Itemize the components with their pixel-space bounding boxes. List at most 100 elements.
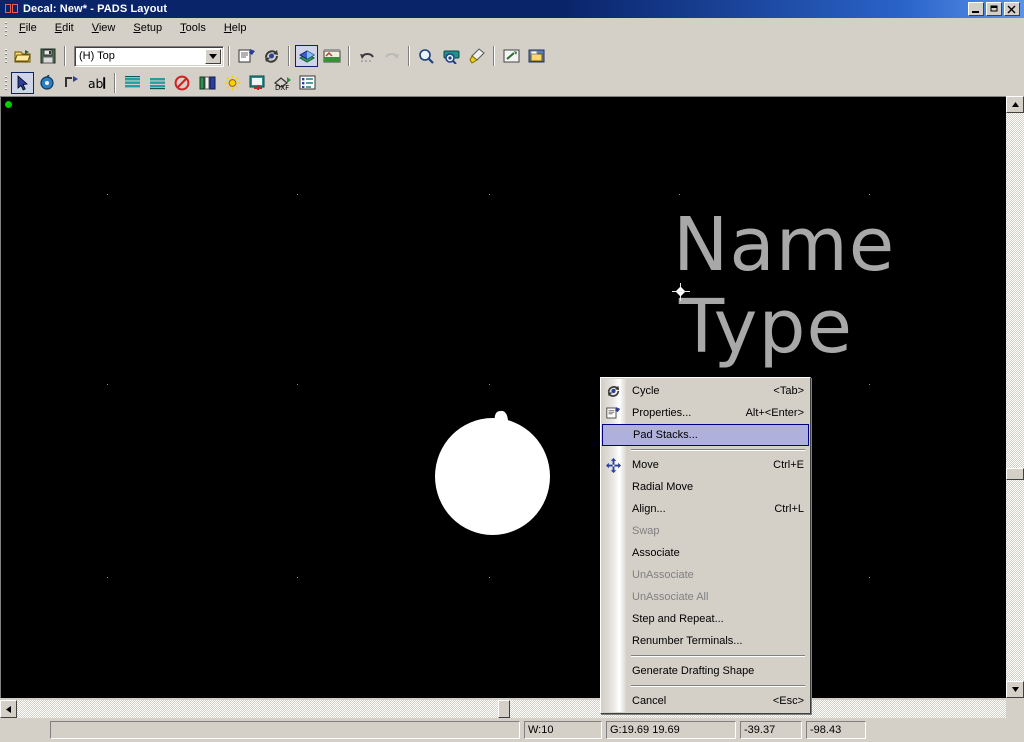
library-icon[interactable] — [525, 45, 548, 67]
menu-item-cycle-label: Cycle — [632, 385, 660, 397]
add-2d-line-icon[interactable] — [61, 72, 84, 94]
restore-button[interactable] — [986, 2, 1002, 16]
menu-edit[interactable]: Edit — [46, 19, 83, 38]
horizontal-scrollbar[interactable] — [0, 700, 1006, 718]
svg-text:ab: ab — [88, 76, 104, 91]
layer-combo[interactable]: (H) Top — [74, 45, 224, 67]
copper-icon[interactable] — [121, 72, 144, 94]
menu-item-renumber-terminals-label: Renumber Terminals... — [632, 635, 743, 647]
add-text-icon[interactable]: ab — [86, 72, 109, 94]
menu-item-renumber-terminals[interactable]: Renumber Terminals... — [601, 630, 810, 652]
decal-name-label: Name — [673, 202, 896, 288]
menu-item-cycle-accel: <Tab> — [773, 385, 804, 397]
menu-item-unassociate-all: UnAssociate All — [601, 586, 810, 608]
decal-type-label: Type — [679, 284, 853, 370]
cycle-icon[interactable] — [260, 45, 283, 67]
toolbar-grip-1[interactable] — [2, 47, 10, 65]
menu-item-cancel[interactable]: Cancel <Esc> — [601, 690, 810, 712]
minimize-button[interactable] — [968, 2, 984, 16]
menu-item-properties-accel: Alt+<Enter> — [745, 407, 804, 419]
context-menu[interactable]: Cycle <Tab> Properties... Alt+<Enter> Pa… — [600, 377, 811, 714]
report-icon[interactable] — [296, 72, 319, 94]
scrollbar-corner — [1006, 700, 1024, 718]
decal-icon — [4, 2, 20, 16]
status-x-coordinate: -39.37 — [740, 721, 802, 739]
scroll-up-button[interactable] — [1006, 96, 1024, 113]
hscroll-thumb[interactable] — [498, 700, 510, 718]
round-pad[interactable] — [435, 418, 550, 535]
menu-file[interactable]: File — [10, 19, 46, 38]
menu-item-move-label: Move — [632, 459, 659, 471]
hscroll-track[interactable] — [17, 700, 1006, 718]
zoom-icon[interactable] — [415, 45, 438, 67]
add-terminal-icon[interactable] — [36, 72, 59, 94]
redo-icon[interactable] — [380, 45, 403, 67]
close-button[interactable] — [1004, 2, 1020, 16]
open-icon[interactable] — [11, 45, 34, 67]
menu-item-pad-stacks[interactable]: Pad Stacks... — [602, 424, 809, 446]
menu-item-properties-label: Properties... — [632, 407, 692, 419]
menu-item-swap-label: Swap — [632, 525, 660, 537]
menu-file-label: ile — [25, 22, 37, 34]
context-menu-list: Cycle <Tab> Properties... Alt+<Enter> Pa… — [601, 378, 810, 712]
menu-view-label: iew — [98, 22, 116, 34]
undo-icon[interactable] — [355, 45, 378, 67]
menu-item-generate-drafting-shape-label: Generate Drafting Shape — [632, 665, 755, 677]
context-menu-separator — [631, 655, 805, 657]
status-bar: W:10 G:19.69 19.69 -39.37 -98.43 — [0, 718, 1024, 742]
cycle-icon — [605, 383, 622, 399]
window-title: Decal: New* - PADS Layout — [23, 3, 168, 15]
chevron-down-icon[interactable] — [205, 48, 221, 64]
menu-view[interactable]: View — [83, 19, 125, 38]
menu-grip[interactable] — [2, 20, 10, 38]
menu-item-unassociate: UnAssociate — [601, 564, 810, 586]
menu-item-step-and-repeat[interactable]: Step and Repeat... — [601, 608, 810, 630]
board-outline-icon[interactable] — [196, 72, 219, 94]
status-width: W:10 — [524, 721, 602, 739]
vertical-scrollbar[interactable] — [1006, 96, 1024, 698]
vscroll-track[interactable] — [1006, 113, 1024, 681]
window-buttons — [968, 2, 1022, 16]
copper-pour-icon[interactable] — [146, 72, 169, 94]
scroll-down-button[interactable] — [1006, 681, 1024, 698]
menu-tools[interactable]: Tools — [171, 19, 215, 38]
scroll-left-button[interactable] — [0, 700, 17, 718]
menu-item-move[interactable]: Move Ctrl+E — [601, 454, 810, 476]
properties-icon[interactable] — [235, 45, 258, 67]
layers-icon[interactable] — [295, 45, 318, 67]
dxf-icon[interactable]: DXF — [271, 72, 294, 94]
menu-item-swap: Swap — [601, 520, 810, 542]
flash-icon[interactable] — [221, 72, 244, 94]
highlight-brush-icon[interactable] — [465, 45, 488, 67]
menu-item-align[interactable]: Align... Ctrl+L — [601, 498, 810, 520]
vscroll-thumb[interactable] — [1006, 468, 1024, 480]
move-icon — [605, 457, 622, 473]
menu-bar: File Edit View Setup Tools Help — [0, 18, 1024, 40]
menu-item-properties[interactable]: Properties... Alt+<Enter> — [601, 402, 810, 424]
status-grid: G:19.69 19.69 — [606, 721, 736, 739]
menu-item-unassociate-label: UnAssociate — [632, 569, 694, 581]
menu-item-cycle[interactable]: Cycle <Tab> — [601, 380, 810, 402]
status-message — [50, 721, 520, 739]
menu-item-generate-drafting-shape[interactable]: Generate Drafting Shape — [601, 660, 810, 682]
select-arrow-icon[interactable] — [11, 72, 34, 94]
drafting-icon[interactable] — [320, 45, 343, 67]
pour-manager-icon[interactable] — [500, 45, 523, 67]
toolbar-grip-2[interactable] — [2, 74, 10, 92]
title-bar: Decal: New* - PADS Layout — [0, 0, 1024, 18]
layer-combo-value: (H) Top — [79, 50, 115, 62]
toolbar-separator — [408, 46, 410, 66]
decal-canvas[interactable]: Name Type — [0, 96, 1006, 698]
zoom-area-icon[interactable] — [440, 45, 463, 67]
menu-item-cancel-label: Cancel — [632, 695, 667, 707]
menu-help[interactable]: Help — [215, 19, 256, 38]
menu-edit-label: dit — [62, 22, 74, 34]
menu-setup-label: etup — [140, 22, 163, 34]
menu-item-associate[interactable]: Associate — [601, 542, 810, 564]
save-icon[interactable] — [36, 45, 59, 67]
menu-item-radial-move[interactable]: Radial Move — [601, 476, 810, 498]
menu-setup[interactable]: Setup — [124, 19, 171, 38]
no-pour-icon[interactable] — [171, 72, 194, 94]
drafting-toolbar: ab DXF — [0, 70, 1024, 96]
decal-wizard-icon[interactable] — [246, 72, 269, 94]
